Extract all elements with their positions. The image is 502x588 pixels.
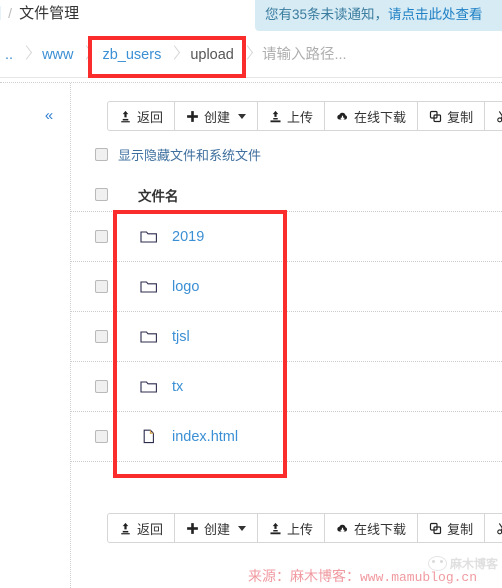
file-name-link[interactable]: index.html (172, 429, 238, 445)
file-table: 文件名 2019 logo tjsl tx index.html (71, 178, 502, 462)
plus-icon (186, 110, 199, 123)
upload-arrow-icon (119, 522, 132, 535)
page-title-label: 文件管理 (19, 5, 80, 22)
copy-icon (429, 522, 442, 535)
show-hidden-files-label[interactable]: 显示隐藏文件和系统文件 (118, 145, 261, 164)
upload-button-label: 上传 (287, 109, 314, 125)
online-download-button-bottom-label: 在线下载 (354, 521, 407, 537)
folder-icon (140, 229, 158, 245)
upload-icon (269, 522, 282, 535)
title-separator: / (8, 4, 13, 21)
breadcrumb-item-parent[interactable]: .. (0, 41, 22, 69)
cut-button-bottom[interactable] (484, 513, 502, 543)
create-button-bottom-label: 创建 (204, 521, 231, 537)
notification-link[interactable]: 请点击此处查看 (388, 7, 483, 22)
table-row[interactable]: 2019 (71, 212, 502, 262)
horizontal-divider (0, 82, 502, 83)
show-hidden-files-checkbox[interactable] (95, 148, 108, 161)
back-button-bottom-label: 返回 (137, 521, 164, 537)
upload-button-bottom-label: 上传 (287, 521, 314, 537)
scissors-icon (496, 110, 502, 123)
breadcrumb: .. www zb_users upload (0, 41, 254, 69)
online-download-button-label: 在线下载 (354, 109, 407, 125)
folder-icon (140, 379, 158, 395)
toolbar-top: 返回 创建 上传 在线下载 复制 (107, 101, 502, 131)
page-title: ] / 文件管理 (0, 2, 79, 23)
row-checkbox[interactable] (95, 380, 108, 393)
copy-button-label: 复制 (447, 109, 474, 125)
table-row[interactable]: tx (71, 362, 502, 412)
row-checkbox[interactable] (95, 230, 108, 243)
show-hidden-files-row[interactable]: 显示隐藏文件和系统文件 (95, 145, 261, 164)
chevron-right-icon (243, 41, 254, 69)
back-button[interactable]: 返回 (107, 101, 175, 131)
breadcrumb-item-upload[interactable]: upload (181, 41, 243, 69)
watermark-source: 来源：麻木博客：www.mamublog.cn (248, 566, 477, 586)
watermark-url: www.mamublog.cn (360, 570, 478, 585)
table-row[interactable]: logo (71, 262, 502, 312)
file-icon (140, 429, 158, 445)
notification-text: 您有35条未读通知， (265, 7, 389, 22)
sidebar-collapse-icon[interactable]: « (38, 104, 60, 126)
copy-button-bottom[interactable]: 复制 (417, 513, 485, 543)
back-button-bottom[interactable]: 返回 (107, 513, 175, 543)
row-checkbox[interactable] (95, 280, 108, 293)
create-button[interactable]: 创建 (174, 101, 258, 131)
create-button-bottom[interactable]: 创建 (174, 513, 258, 543)
chevron-right-icon (82, 41, 93, 69)
chevron-right-icon (22, 41, 33, 69)
path-input[interactable] (262, 41, 502, 69)
copy-icon (429, 110, 442, 123)
column-header-filename: 文件名 (138, 188, 179, 204)
chevron-down-icon (238, 113, 247, 119)
file-name-link[interactable]: tjsl (172, 329, 190, 345)
online-download-button[interactable]: 在线下载 (324, 101, 418, 131)
file-name-link[interactable]: logo (172, 279, 199, 295)
breadcrumb-item-www[interactable]: www (33, 41, 82, 69)
upload-arrow-icon (119, 110, 132, 123)
copy-button[interactable]: 复制 (417, 101, 485, 131)
select-all-checkbox[interactable] (95, 188, 108, 201)
cloud-download-icon (336, 110, 349, 123)
title-bracket: ] (0, 4, 1, 21)
scissors-icon (496, 522, 502, 535)
table-row[interactable]: index.html (71, 412, 502, 462)
upload-button-bottom[interactable]: 上传 (257, 513, 325, 543)
upload-icon (269, 110, 282, 123)
cloud-download-icon (336, 522, 349, 535)
row-checkbox[interactable] (95, 330, 108, 343)
cut-button[interactable] (484, 101, 502, 131)
upload-button[interactable]: 上传 (257, 101, 325, 131)
notification-banner[interactable]: 您有35条未读通知，请点击此处查看 (255, 0, 502, 31)
folder-icon (140, 329, 158, 345)
chevron-down-icon (238, 525, 247, 531)
breadcrumb-bar: .. www zb_users upload (0, 33, 502, 78)
online-download-button-bottom[interactable]: 在线下载 (324, 513, 418, 543)
watermark-source-label: 来源：麻木博客： (248, 570, 360, 585)
breadcrumb-item-zb-users[interactable]: zb_users (93, 41, 170, 69)
watermark: 麻木博客 来源：麻木博客：www.mamublog.cn (248, 556, 502, 588)
file-table-header: 文件名 (71, 178, 502, 212)
row-checkbox[interactable] (95, 430, 108, 443)
create-button-label: 创建 (204, 109, 231, 125)
file-name-link[interactable]: tx (172, 379, 183, 395)
file-name-link[interactable]: 2019 (172, 229, 204, 245)
chevron-right-icon (170, 41, 181, 69)
plus-icon (186, 522, 199, 535)
back-button-label: 返回 (137, 109, 164, 125)
toolbar-bottom: 返回 创建 上传 在线下载 复制 (107, 513, 502, 543)
table-row[interactable]: tjsl (71, 312, 502, 362)
folder-icon (140, 279, 158, 295)
copy-button-bottom-label: 复制 (447, 521, 474, 537)
